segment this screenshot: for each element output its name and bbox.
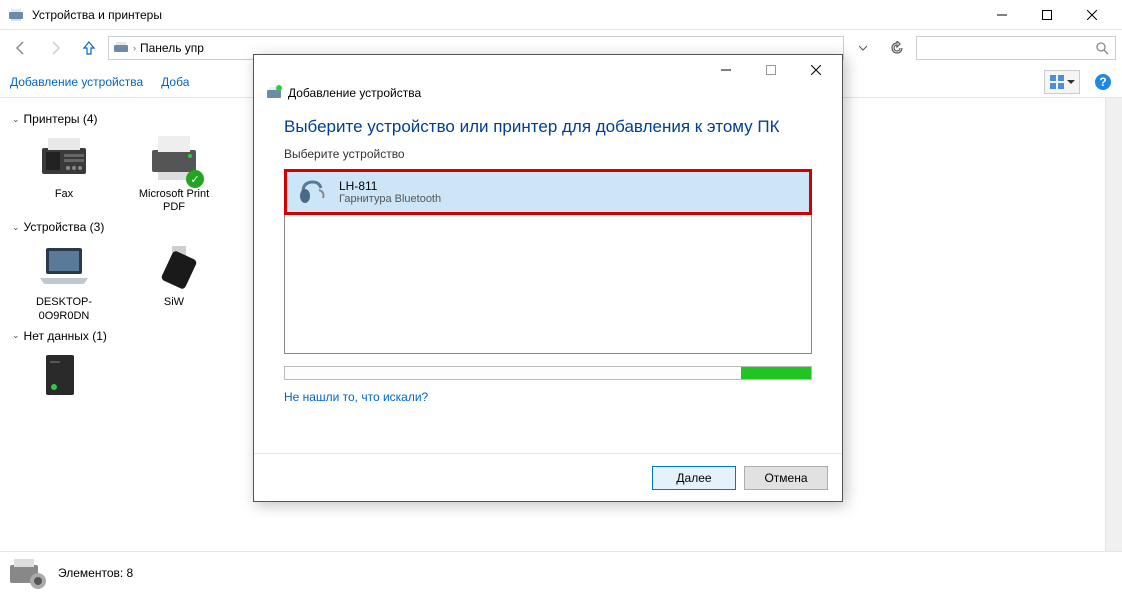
chevron-right-icon: ›	[133, 43, 136, 53]
device-label: DESKTOP-0O9R0DN	[18, 296, 110, 322]
close-button[interactable]	[1069, 0, 1114, 29]
device-label: Microsoft Print PDF	[128, 188, 220, 214]
group-label: Нет данных (1)	[24, 329, 107, 343]
laptop-icon	[36, 238, 92, 294]
dialog-header: Добавление устройства	[254, 85, 842, 107]
chevron-down-icon: ⌄	[12, 222, 20, 233]
devices-printers-icon	[8, 555, 48, 591]
device-item-desktop[interactable]: DESKTOP-0O9R0DN	[18, 238, 110, 322]
devices-printers-icon	[113, 40, 129, 56]
add-printer-link[interactable]: Доба	[161, 75, 189, 89]
dialog-body: Выберите устройство или принтер для доба…	[254, 107, 842, 453]
dialog-titlebar	[254, 55, 842, 85]
group-label: Устройства (3)	[24, 220, 105, 234]
device-label: Fax	[55, 188, 73, 201]
window-titlebar: Устройства и принтеры	[0, 0, 1122, 30]
devices-printers-icon	[8, 7, 24, 23]
fax-icon	[36, 130, 92, 186]
device-item-unknown[interactable]	[18, 347, 110, 403]
device-label: SiW	[164, 296, 184, 309]
search-progress-bar	[284, 366, 812, 380]
search-input[interactable]	[916, 36, 1116, 60]
dialog-subtitle: Выберите устройство	[284, 147, 812, 161]
maximize-button[interactable]	[1024, 0, 1069, 29]
breadcrumb-segment[interactable]: Панель упр	[140, 41, 204, 55]
cancel-button[interactable]: Отмена	[744, 466, 828, 490]
vertical-scrollbar[interactable]	[1105, 98, 1122, 551]
back-button[interactable]	[6, 33, 36, 63]
add-device-link[interactable]: Добавление устройства	[10, 75, 143, 89]
device-type: Гарнитура Bluetooth	[339, 193, 441, 205]
device-item-siw[interactable]: SiW	[128, 238, 220, 322]
device-list[interactable]: LH-811 Гарнитура Bluetooth	[284, 169, 812, 354]
not-found-link[interactable]: Не нашли то, что искали?	[284, 390, 812, 404]
device-wizard-icon	[266, 85, 282, 101]
search-icon	[1095, 41, 1109, 55]
view-mode-button[interactable]	[1044, 70, 1080, 94]
svg-text:?: ?	[1099, 75, 1106, 89]
group-label: Принтеры (4)	[24, 112, 98, 126]
window-controls	[979, 0, 1114, 29]
add-device-dialog: Добавление устройства Выберите устройств…	[253, 54, 843, 502]
progress-fill	[741, 367, 811, 379]
device-name: LH-811	[339, 179, 441, 193]
dialog-maximize-button[interactable]	[748, 56, 793, 84]
chevron-down-icon: ⌄	[12, 330, 20, 341]
status-elements-count: Элементов: 8	[58, 566, 133, 580]
up-button[interactable]	[74, 33, 104, 63]
forward-button[interactable]	[40, 33, 70, 63]
dialog-title: Выберите устройство или принтер для доба…	[284, 117, 812, 137]
dropdown-button[interactable]	[848, 36, 878, 60]
dialog-header-text: Добавление устройства	[288, 86, 421, 100]
dialog-close-button[interactable]	[793, 56, 838, 84]
status-bar: Элементов: 8	[0, 551, 1122, 593]
next-button[interactable]: Далее	[652, 466, 736, 490]
device-item-ms-print-pdf[interactable]: ✓ Microsoft Print PDF	[128, 130, 220, 214]
dialog-minimize-button[interactable]	[703, 56, 748, 84]
device-item-fax[interactable]: Fax	[18, 130, 110, 214]
minimize-button[interactable]	[979, 0, 1024, 29]
refresh-button[interactable]	[882, 36, 912, 60]
checkmark-badge-icon: ✓	[186, 170, 204, 188]
help-button[interactable]: ?	[1094, 73, 1112, 91]
window-title: Устройства и принтеры	[32, 8, 979, 22]
dialog-button-row: Далее Отмена	[254, 453, 842, 501]
bluetooth-headset-icon	[297, 176, 329, 208]
chevron-down-icon: ⌄	[12, 114, 20, 125]
usb-drive-icon	[146, 238, 202, 294]
device-entry-selected[interactable]: LH-811 Гарнитура Bluetooth	[284, 169, 812, 215]
computer-icon	[36, 347, 92, 403]
